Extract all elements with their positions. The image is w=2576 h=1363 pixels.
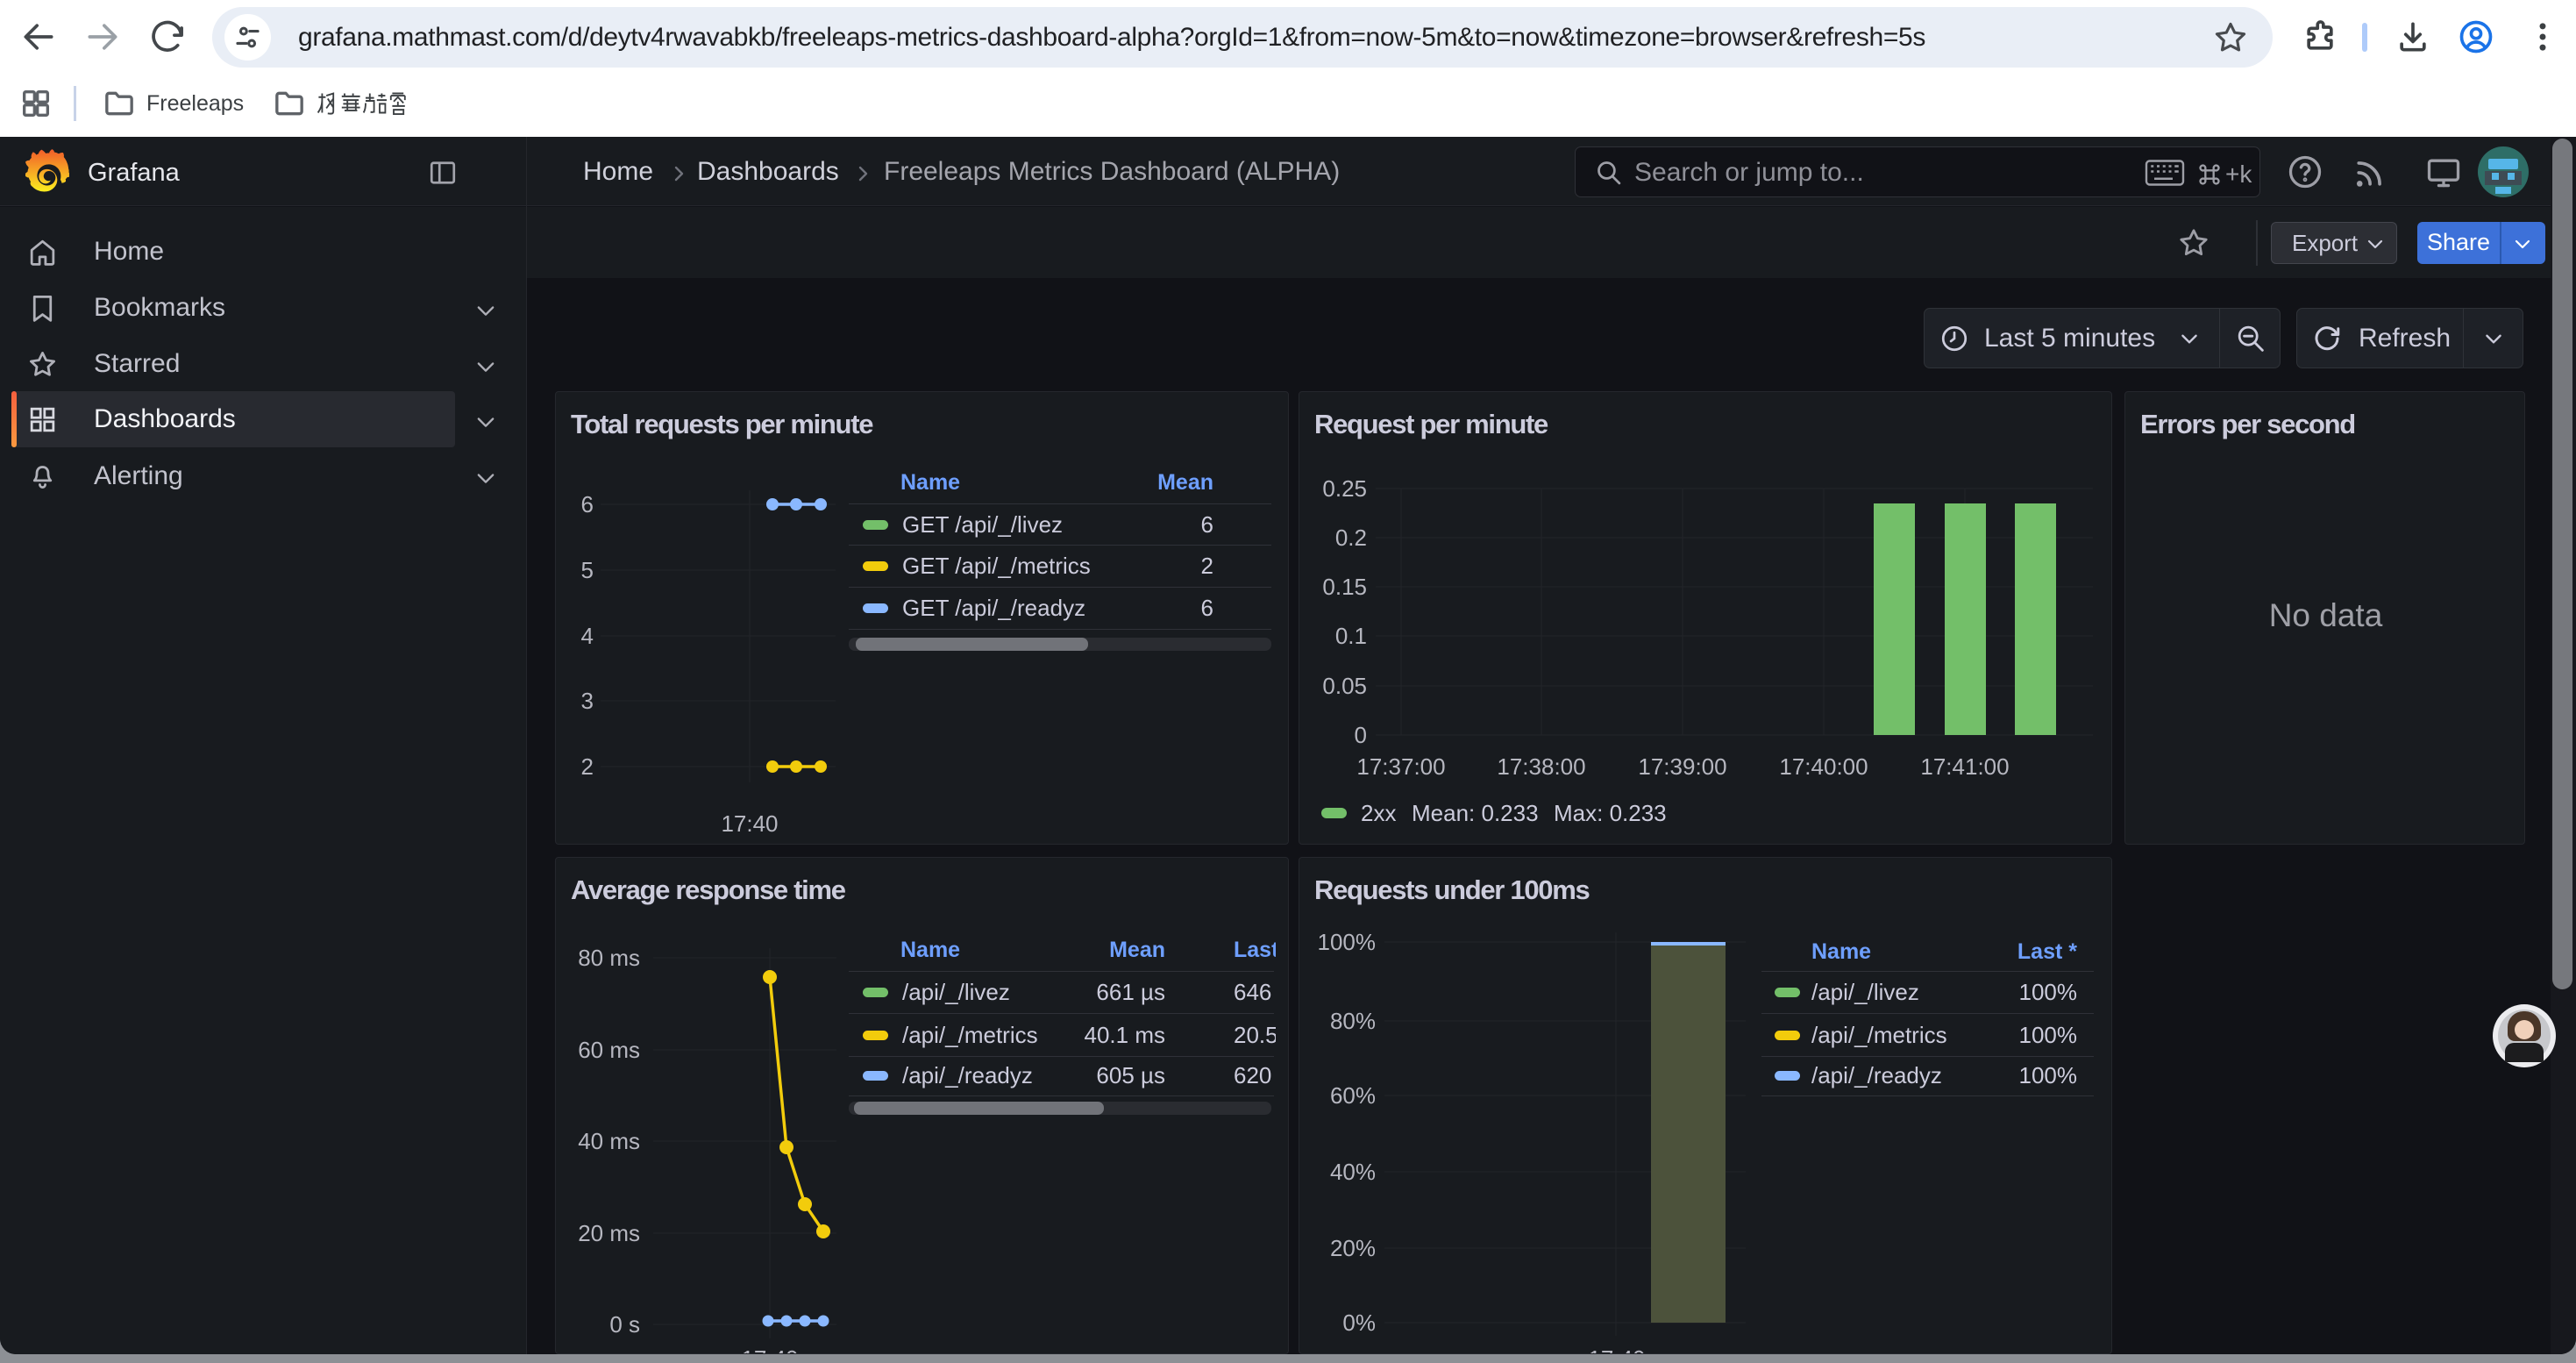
svg-text:40%: 40%	[1330, 1159, 1376, 1185]
svg-text:2: 2	[581, 753, 594, 780]
svg-text:5: 5	[581, 557, 594, 583]
svg-text:17:39:00: 17:39:00	[1638, 753, 1726, 780]
svg-text:60 ms: 60 ms	[578, 1037, 640, 1063]
svg-text:0.15: 0.15	[1322, 574, 1367, 600]
svg-text:17:40: 17:40	[1588, 1345, 1645, 1354]
svg-text:20%: 20%	[1330, 1235, 1376, 1261]
svg-text:20 ms: 20 ms	[578, 1220, 640, 1246]
svg-text:0 s: 0 s	[609, 1311, 640, 1338]
svg-text:100%: 100%	[1318, 929, 1377, 955]
svg-text:0: 0	[1355, 722, 1367, 748]
svg-text:0.25: 0.25	[1322, 475, 1367, 502]
svg-text:60%: 60%	[1330, 1082, 1376, 1109]
svg-text:0.1: 0.1	[1335, 623, 1367, 649]
svg-text:3: 3	[581, 688, 594, 714]
svg-text:80%: 80%	[1330, 1008, 1376, 1034]
svg-text:4: 4	[581, 623, 594, 649]
svg-text:0.05: 0.05	[1322, 673, 1367, 699]
svg-text:6: 6	[581, 491, 594, 517]
svg-text:0%: 0%	[1342, 1309, 1376, 1336]
svg-text:17:40: 17:40	[721, 810, 778, 837]
svg-text:17:40: 17:40	[741, 1345, 798, 1354]
svg-text:17:41:00: 17:41:00	[1920, 753, 2009, 780]
svg-text:17:40:00: 17:40:00	[1779, 753, 1868, 780]
svg-text:40 ms: 40 ms	[578, 1128, 640, 1154]
svg-text:17:37:00: 17:37:00	[1356, 753, 1445, 780]
svg-text:17:38:00: 17:38:00	[1497, 753, 1585, 780]
svg-text:80 ms: 80 ms	[578, 945, 640, 971]
svg-text:0.2: 0.2	[1335, 525, 1367, 551]
